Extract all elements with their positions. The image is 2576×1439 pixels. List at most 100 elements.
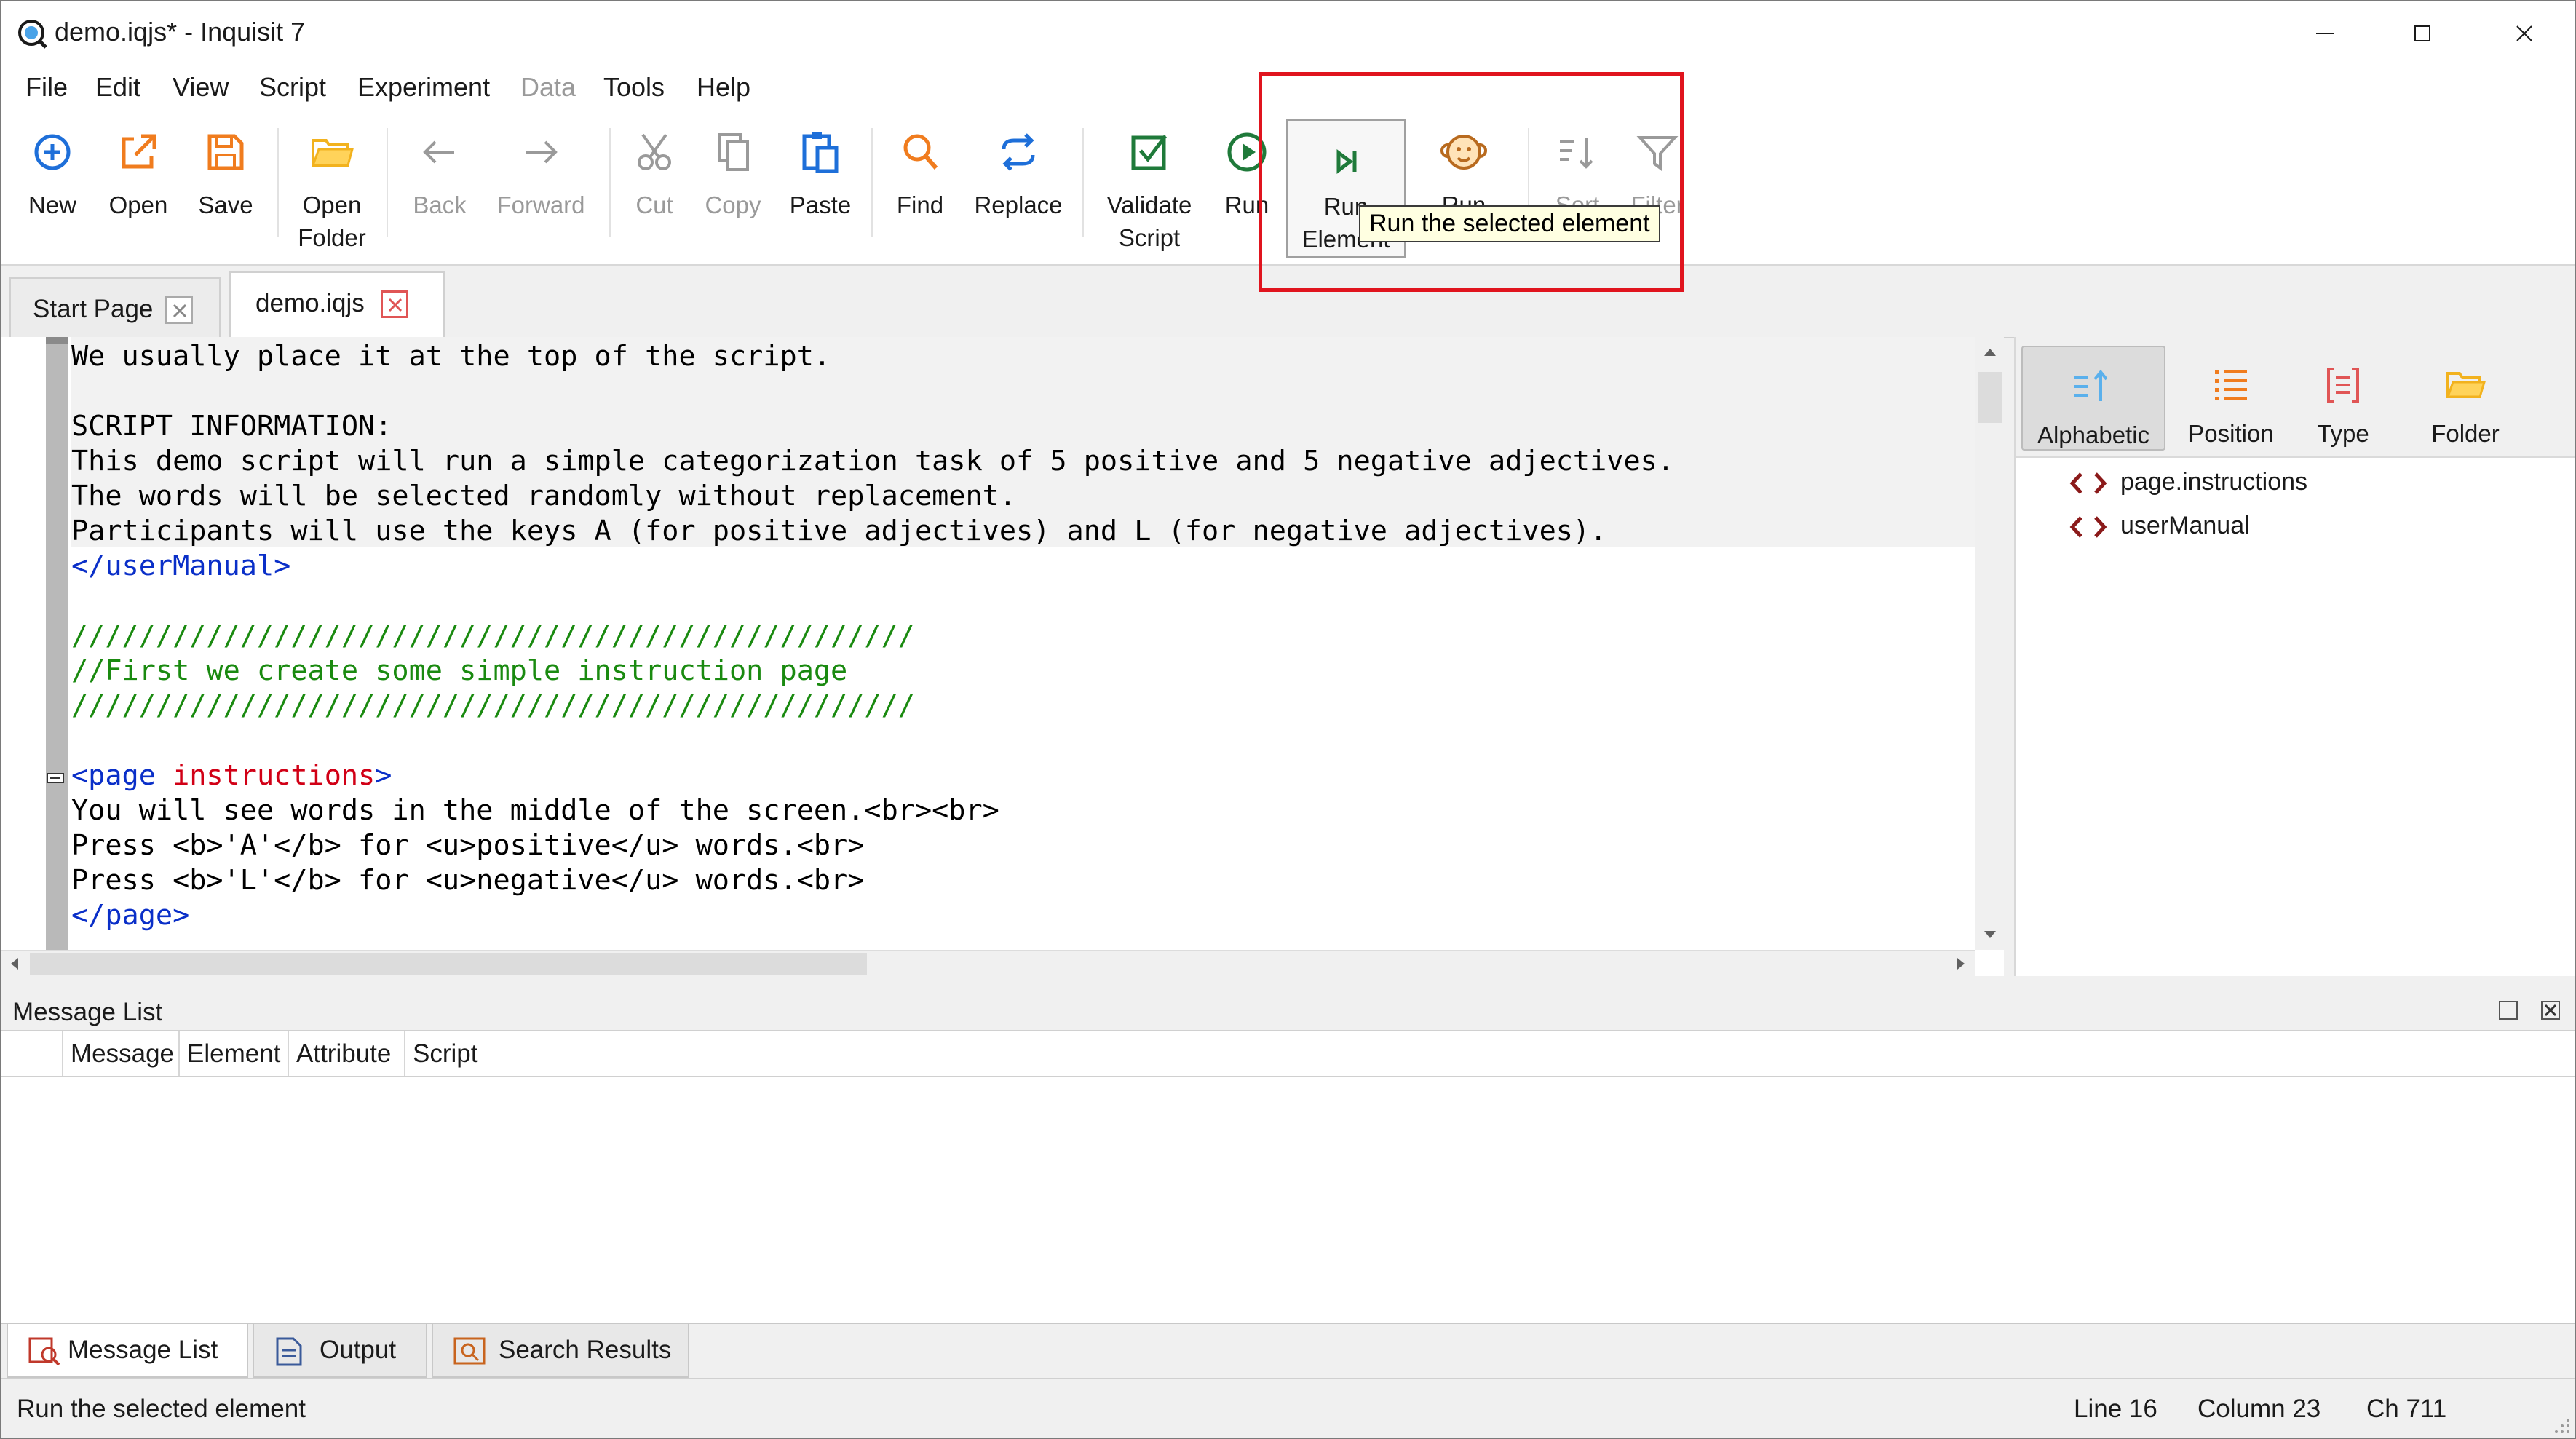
scroll-right-icon[interactable]: [1949, 951, 1975, 976]
close-icon: [2516, 25, 2532, 41]
horizontal-scroll-thumb[interactable]: [30, 953, 867, 975]
vertical-scroll-thumb[interactable]: [1978, 372, 2002, 423]
toolbar-separator: [387, 128, 388, 237]
cut-button[interactable]: Cut: [618, 110, 691, 264]
code-area[interactable]: We usually place it at the top of the sc…: [71, 337, 1975, 950]
message-list-panel: Message List Message Element Attribute S…: [1, 994, 2575, 1323]
checkbox-icon: [1131, 135, 1167, 170]
message-list-icon: [28, 1337, 60, 1366]
tab-search-results[interactable]: Search Results: [432, 1324, 689, 1378]
element-panel: Alphabetic Position Type Folder page.ins…: [2014, 337, 2575, 976]
column-header-blank[interactable]: [1, 1031, 63, 1076]
tab-output[interactable]: Output: [253, 1324, 427, 1378]
close-window-button[interactable]: [2484, 11, 2564, 56]
cut-label: Cut: [635, 191, 673, 218]
save-label: Save: [198, 191, 253, 218]
status-line: Line 16: [2074, 1395, 2157, 1423]
editor-gutter: [1, 337, 70, 950]
new-button[interactable]: New: [7, 110, 98, 264]
open-folder-button[interactable]: Open Folder: [286, 110, 378, 264]
replace-label: Replace: [974, 191, 1063, 218]
find-button[interactable]: Find: [880, 110, 960, 264]
menu-script[interactable]: Script: [259, 72, 326, 103]
find-label: Find: [896, 191, 944, 218]
element-sort-toolbar: Alphabetic Position Type Folder: [2016, 337, 2575, 458]
open-button[interactable]: Open: [97, 110, 180, 264]
close-panel-button[interactable]: [2541, 1001, 2560, 1020]
menu-experiment[interactable]: Experiment: [357, 72, 490, 103]
annotation-highlight-box: [1259, 72, 1684, 292]
menu-data[interactable]: Data: [520, 72, 576, 103]
message-list-title: Message List: [12, 998, 163, 1026]
close-icon: [388, 298, 403, 312]
replace-button[interactable]: Replace: [966, 110, 1071, 264]
forward-button[interactable]: Forward: [490, 110, 592, 264]
plus-circle-icon: [34, 134, 71, 170]
copy-label: Copy: [705, 191, 761, 218]
open-external-icon: [122, 134, 156, 169]
sort-folder-button[interactable]: Folder: [2401, 346, 2529, 451]
close-tab-demo-button[interactable]: [381, 290, 408, 318]
menu-help[interactable]: Help: [697, 72, 750, 103]
gutter-marker: [46, 337, 68, 344]
panel-splitter[interactable]: [1, 976, 2575, 994]
close-tab-start-page-button[interactable]: [165, 296, 193, 324]
code-line: Participants will use the keys A (for po…: [71, 515, 1607, 547]
list-icon: [2215, 370, 2247, 400]
menu-view[interactable]: View: [173, 72, 229, 103]
fold-toggle-icon[interactable]: [47, 773, 64, 783]
validate-script-label: Validate Script: [1106, 191, 1192, 251]
scroll-up-icon[interactable]: [1975, 337, 2004, 366]
sort-position-button[interactable]: Position: [2173, 346, 2289, 451]
column-header-attribute[interactable]: Attribute: [289, 1031, 405, 1076]
sort-folder-label: Folder: [2431, 420, 2500, 447]
copy-button[interactable]: Copy: [695, 110, 771, 264]
close-icon: [173, 304, 187, 318]
menu-edit[interactable]: Edit: [95, 72, 140, 103]
open-label: Open: [108, 191, 168, 218]
toolbar-separator: [871, 128, 873, 237]
search-results-icon: [453, 1337, 486, 1365]
column-header-element[interactable]: Element: [180, 1031, 289, 1076]
validate-script-button[interactable]: Validate Script: [1093, 110, 1206, 264]
copy-icon: [718, 133, 749, 171]
resize-grip-icon[interactable]: [2552, 1416, 2571, 1435]
close-icon: [2544, 1004, 2557, 1017]
folder-icon: [311, 139, 354, 167]
maximize-button[interactable]: [2382, 11, 2462, 56]
paste-label: Paste: [789, 191, 852, 218]
type-bracket-icon: [2327, 368, 2359, 403]
sort-type-button[interactable]: Type: [2292, 346, 2394, 451]
element-code-icon: [2069, 516, 2107, 538]
column-header-message[interactable]: Message: [63, 1031, 180, 1076]
undock-panel-button[interactable]: [2499, 1001, 2518, 1020]
menu-tools[interactable]: Tools: [603, 72, 665, 103]
title-bar: demo.iqjs* - Inquisit 7: [1, 1, 2575, 66]
tab-output-label: Output: [320, 1336, 397, 1364]
sort-alphabetic-label: Alphabetic: [2037, 421, 2150, 448]
tab-start-page[interactable]: Start Page: [9, 277, 221, 338]
code-line: <page instructions>: [71, 758, 392, 793]
column-header-script[interactable]: Script: [405, 1031, 493, 1076]
editor-horizontal-scrollbar[interactable]: [1, 950, 1975, 976]
code-line: You will see words in the middle of the …: [71, 794, 999, 827]
menu-file[interactable]: File: [25, 72, 68, 103]
tab-demo[interactable]: demo.iqjs: [229, 271, 445, 338]
code-line: //First we create some simple instructio…: [71, 654, 848, 687]
tab-message-list[interactable]: Message List: [7, 1324, 248, 1378]
minimize-button[interactable]: [2285, 11, 2365, 56]
toolbar-separator: [277, 128, 279, 237]
maximize-icon: [2414, 25, 2430, 41]
tab-search-results-label: Search Results: [499, 1336, 672, 1364]
paste-button[interactable]: Paste: [780, 110, 861, 264]
scroll-down-icon[interactable]: [1975, 921, 2004, 950]
status-column: Column 23: [2197, 1395, 2321, 1423]
app-window: demo.iqjs* - Inquisit 7 File Edit View S…: [0, 0, 2576, 1439]
editor-vertical-scrollbar[interactable]: [1975, 337, 2004, 950]
script-editor[interactable]: We usually place it at the top of the sc…: [1, 337, 2004, 976]
sort-alphabetic-button[interactable]: Alphabetic: [2021, 346, 2165, 451]
tab-message-list-label: Message List: [68, 1336, 218, 1364]
save-button[interactable]: Save: [183, 110, 269, 264]
back-button[interactable]: Back: [397, 110, 483, 264]
scroll-left-icon[interactable]: [1, 951, 27, 976]
